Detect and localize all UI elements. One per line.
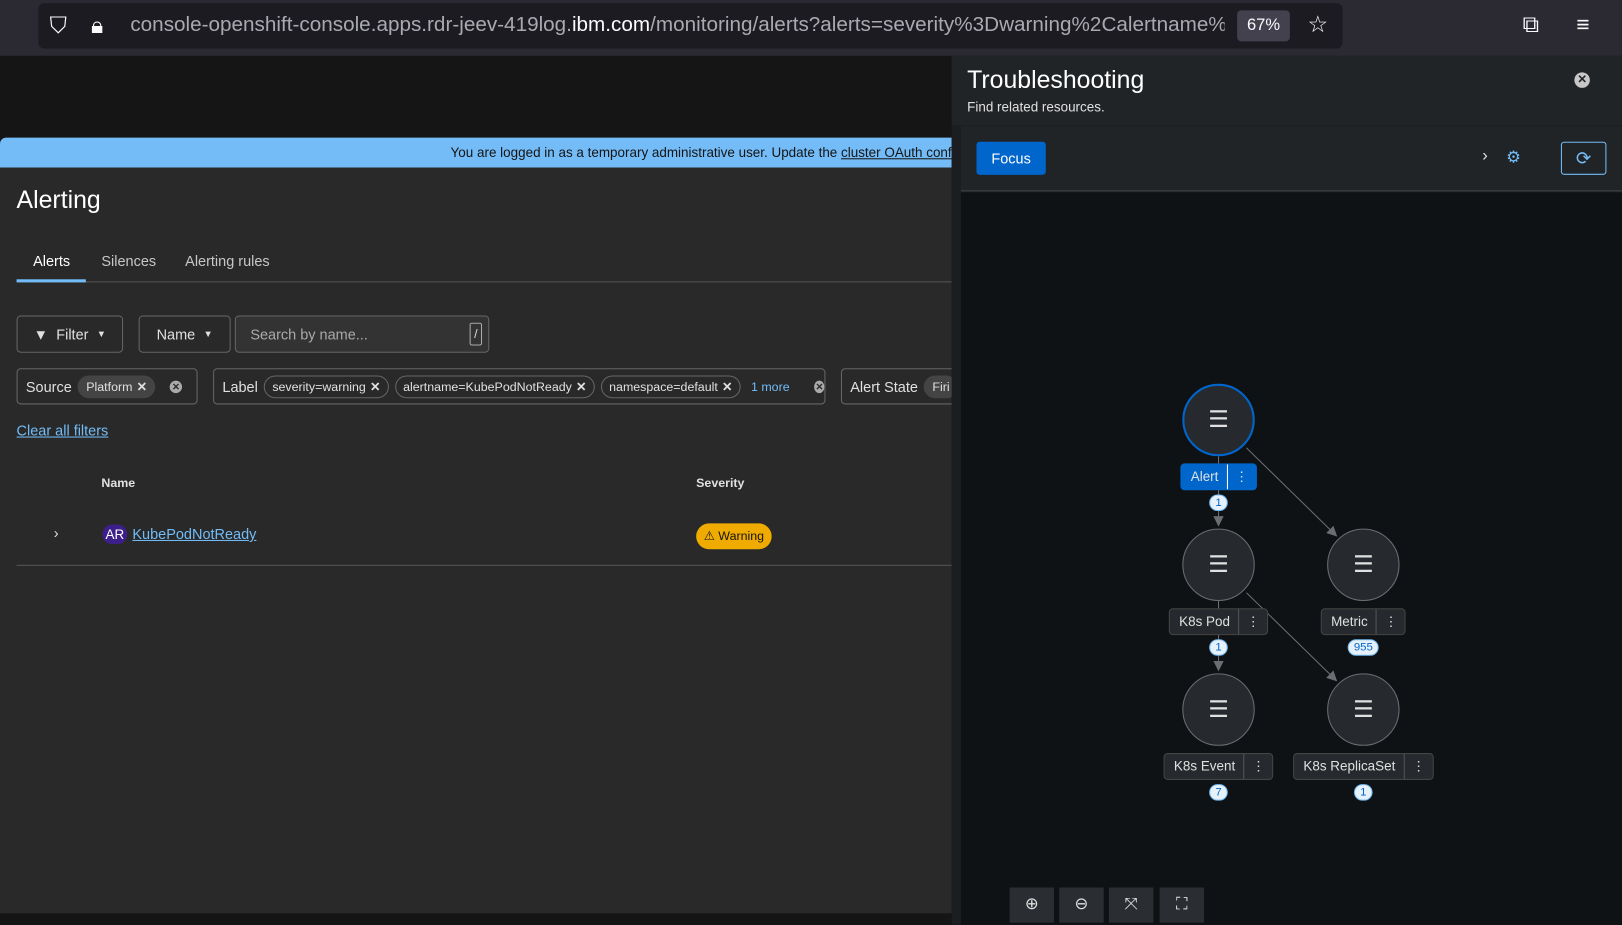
- node-label[interactable]: Alert ⋮: [1180, 463, 1257, 491]
- node-count-badge: 1: [1353, 784, 1373, 801]
- edge-alert-metric: [1246, 447, 1338, 537]
- fit-to-screen-button[interactable]: ⤧: [1108, 887, 1154, 923]
- server-icon: ☰: [1208, 406, 1229, 433]
- graph-edges: [1213, 447, 1338, 682]
- graph-node[interactable]: ☰: [1182, 528, 1255, 601]
- kebab-menu-icon[interactable]: ⋮: [1238, 609, 1267, 635]
- zoom-out-button[interactable]: ⊖: [1059, 887, 1104, 923]
- kebab-menu-icon[interactable]: ⋮: [1226, 464, 1256, 490]
- zoom-in-button[interactable]: ⊕: [1009, 887, 1055, 923]
- server-icon: ☰: [1208, 696, 1229, 723]
- kebab-menu-icon[interactable]: ⋮: [1403, 754, 1433, 779]
- node-label[interactable]: Metric ⋮: [1320, 608, 1406, 636]
- node-label[interactable]: K8s Pod ⋮: [1168, 608, 1269, 636]
- node-label-text: K8s ReplicaSet: [1303, 758, 1396, 774]
- node-count-badge: 1: [1209, 494, 1228, 511]
- node-label-text: K8s Pod: [1179, 613, 1230, 629]
- node-label-text: Metric: [1331, 613, 1368, 629]
- node-count-badge: 7: [1209, 784, 1228, 801]
- graph-node[interactable]: ☰: [1327, 673, 1400, 746]
- kebab-menu-icon[interactable]: ⋮: [1243, 754, 1272, 779]
- server-icon: ☰: [1353, 551, 1374, 578]
- graph-node[interactable]: ☰: [1327, 528, 1400, 601]
- edge-pod-replicaset: [1246, 592, 1338, 682]
- node-count-badge: 1: [1209, 639, 1228, 656]
- node-count-badge: 955: [1347, 639, 1380, 656]
- server-icon: ☰: [1208, 551, 1229, 578]
- kebab-menu-icon[interactable]: ⋮: [1375, 609, 1405, 635]
- node-label-text: K8s Event: [1173, 758, 1236, 774]
- node-label[interactable]: K8s ReplicaSet ⋮: [1293, 753, 1434, 780]
- reset-view-button[interactable]: ⛶: [1159, 887, 1205, 923]
- node-label[interactable]: K8s Event ⋮: [1163, 753, 1274, 780]
- server-icon: ☰: [1353, 696, 1374, 723]
- graph-node[interactable]: ☰: [1182, 673, 1255, 746]
- graph-node[interactable]: ☰: [1182, 383, 1255, 457]
- node-label-text: Alert: [1190, 468, 1219, 485]
